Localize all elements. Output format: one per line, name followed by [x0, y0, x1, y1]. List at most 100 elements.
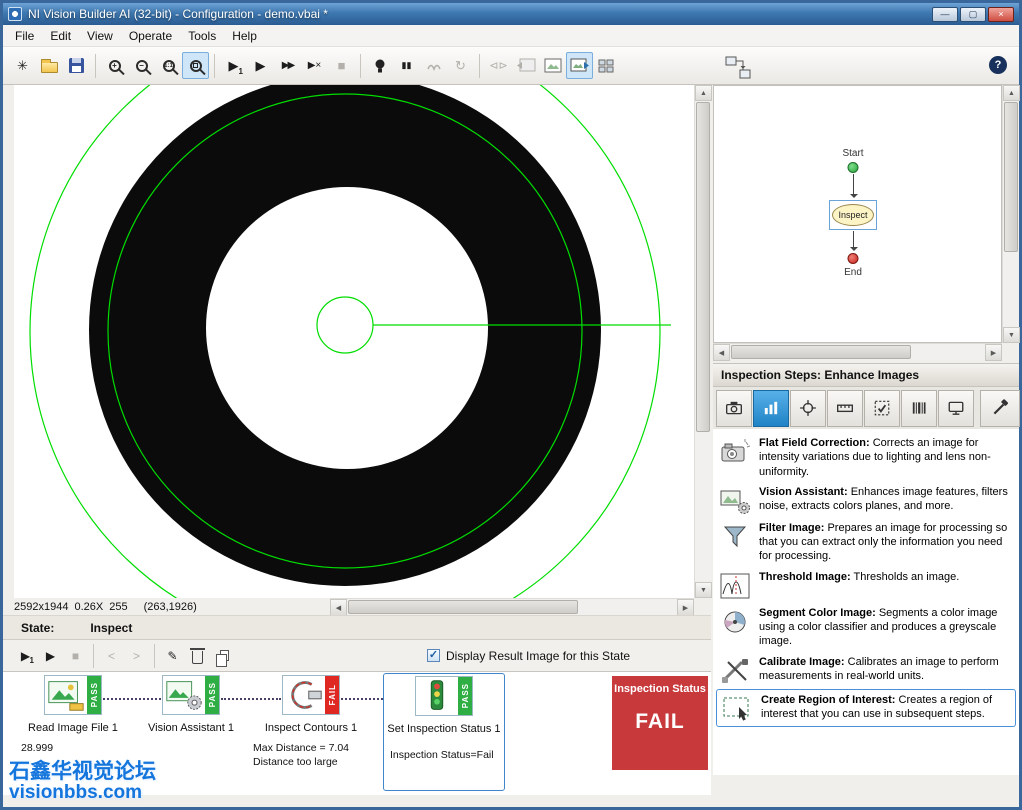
- pause-icon: ▮▮: [401, 60, 412, 70]
- measure-features-icon: [837, 404, 853, 413]
- sequence-step-vision-assistant[interactable]: PASS Vision Assistant 1: [135, 675, 247, 734]
- step-name: Segment Color Image:: [759, 606, 876, 619]
- vertical-scroll-thumb[interactable]: [1004, 102, 1018, 252]
- menu-tools[interactable]: Tools: [180, 26, 224, 46]
- view-state-diagram-button[interactable]: [721, 53, 755, 83]
- image-display-button[interactable]: [539, 52, 566, 79]
- run-state-once-button[interactable]: ▶ 1: [13, 643, 38, 668]
- zoom-1-1-button[interactable]: 1:1: [155, 52, 182, 79]
- create-roi-icon: [719, 693, 755, 723]
- step-item-threshold-image[interactable]: Threshold Image: Thresholds an image.: [715, 567, 1017, 603]
- horizontal-scroll-thumb[interactable]: [348, 600, 578, 614]
- maximize-button[interactable]: ▢: [960, 6, 986, 22]
- image-horizontal-scrollbar[interactable]: ◀ ▶: [330, 598, 694, 616]
- next-step-button[interactable]: >: [124, 643, 149, 668]
- end-node[interactable]: [847, 253, 859, 264]
- previous-step-button[interactable]: <: [99, 643, 124, 668]
- inspection-image[interactable]: [14, 85, 694, 598]
- scroll-up-arrow[interactable]: ▲: [695, 85, 712, 101]
- menu-view[interactable]: View: [79, 26, 121, 46]
- step-item-create-region-of-interest[interactable]: Create Region of Interest: Creates a reg…: [716, 688, 1016, 727]
- scroll-up-arrow[interactable]: ▲: [1003, 85, 1020, 101]
- image-display-area[interactable]: [14, 85, 694, 598]
- palette-use-additional-tools-button[interactable]: [980, 389, 1020, 427]
- step-item-filter-image[interactable]: Filter Image: Prepares an image for proc…: [715, 518, 1017, 567]
- step-detail: Max Distance = 7.04: [253, 742, 350, 754]
- scroll-down-arrow[interactable]: ▼: [695, 582, 712, 598]
- run-inspection-loop-button[interactable]: ▶▶: [274, 52, 301, 79]
- scroll-right-arrow[interactable]: ▶: [677, 599, 694, 616]
- highlight-results-button[interactable]: [366, 52, 393, 79]
- inspect-node-selection[interactable]: Inspect: [829, 200, 877, 230]
- sequence-step-set-inspection-status[interactable]: PASS Set Inspection Status 1 Inspection …: [383, 673, 505, 791]
- pause-button[interactable]: ▮▮: [393, 52, 420, 79]
- scroll-down-arrow[interactable]: ▼: [1003, 327, 1020, 343]
- state-diagram-canvas[interactable]: Start Inspect End: [713, 85, 1002, 343]
- sequence-step-read-image-file[interactable]: PASS Read Image File 1 28.999: [17, 675, 129, 756]
- step-item-vision-assistant[interactable]: Vision Assistant: Enhances image feature…: [715, 482, 1017, 518]
- help-button[interactable]: ?: [989, 56, 1007, 74]
- new-inspection-button[interactable]: ✳: [9, 52, 36, 79]
- vertical-scroll-thumb[interactable]: [696, 102, 710, 432]
- scroll-left-arrow[interactable]: ◀: [713, 344, 730, 361]
- controls-separator: [154, 643, 155, 668]
- palette-acquire-images-button[interactable]: [716, 389, 752, 427]
- horizontal-scroll-thumb[interactable]: [731, 345, 911, 359]
- palette-communicate-button[interactable]: [938, 389, 974, 427]
- scroll-right-arrow[interactable]: ▶: [985, 344, 1002, 361]
- image-vertical-scrollbar[interactable]: ▲ ▼: [694, 85, 712, 598]
- threshold-image-icon: [717, 570, 753, 600]
- transition-line: [853, 174, 854, 196]
- zoom-1-1-icon: 1:1: [162, 59, 175, 72]
- palette-enhance-images-button[interactable]: [753, 389, 789, 427]
- open-inspection-button[interactable]: [36, 52, 63, 79]
- diagram-horizontal-scrollbar[interactable]: ◀ ▶: [713, 343, 1002, 361]
- step-item-calibrate-image[interactable]: Calibrate Image: Calibrates an image to …: [715, 652, 1017, 688]
- zoom-to-fit-icon: [189, 59, 202, 72]
- start-node[interactable]: [847, 162, 859, 173]
- step-item-flat-field-correction[interactable]: Flat Field Correction: Corrects an image…: [715, 433, 1017, 482]
- zoom-out-icon: −: [135, 59, 148, 72]
- run-once-icon: ▶: [228, 57, 239, 73]
- palette-check-for-presence-button[interactable]: [864, 389, 900, 427]
- zoom-out-button[interactable]: −: [128, 52, 155, 79]
- delete-step-button[interactable]: [185, 643, 210, 668]
- zoom-to-fit-button[interactable]: [182, 52, 209, 79]
- diagram-vertical-scrollbar[interactable]: ▲ ▼: [1002, 85, 1020, 343]
- next-image-button[interactable]: [566, 52, 593, 79]
- title-bar[interactable]: NI Vision Builder AI (32-bit) - Configur…: [3, 3, 1019, 25]
- menu-edit[interactable]: Edit: [42, 26, 79, 46]
- palette-identify-parts-button[interactable]: [901, 389, 937, 427]
- edit-step-button[interactable]: ✎: [160, 643, 185, 668]
- copy-step-button[interactable]: [210, 643, 235, 668]
- palette-locate-features-button[interactable]: [790, 389, 826, 427]
- save-inspection-button[interactable]: [63, 52, 90, 79]
- minimize-button[interactable]: —: [932, 6, 958, 22]
- acquire-images-icon: [726, 401, 742, 415]
- pan-image-button[interactable]: [420, 52, 447, 79]
- image-thumbnails-button[interactable]: [593, 52, 620, 79]
- sequence-step-inspect-contours[interactable]: FAIL Inspect Contours 1 Max Distance = 7…: [249, 675, 373, 769]
- refresh-button[interactable]: ↻: [447, 52, 474, 79]
- stop-button[interactable]: ■: [328, 52, 355, 79]
- step-item-segment-color-image[interactable]: Segment Color Image: Segments a color im…: [715, 603, 1017, 652]
- menu-file[interactable]: File: [7, 26, 42, 46]
- run-inspection-once-button[interactable]: ▶ 1: [220, 52, 247, 79]
- palette-measure-features-button[interactable]: [827, 389, 863, 427]
- menu-operate[interactable]: Operate: [121, 26, 180, 46]
- abort-inspection-button[interactable]: ▶×: [301, 52, 328, 79]
- inspection-status-title: Inspection Status: [614, 683, 706, 695]
- state-diagram-icon: [725, 56, 751, 79]
- previous-image-button[interactable]: [512, 52, 539, 79]
- locate-features-icon: [800, 400, 816, 416]
- close-button[interactable]: ×: [988, 6, 1014, 22]
- run-inspection-button[interactable]: ▶: [247, 52, 274, 79]
- scroll-left-arrow[interactable]: ◀: [330, 599, 347, 616]
- menu-help[interactable]: Help: [224, 26, 265, 46]
- run-state-button[interactable]: ▶: [38, 643, 63, 668]
- display-result-checkbox[interactable]: ✓: [427, 649, 440, 662]
- compare-images-button[interactable]: ⊲⊳: [485, 52, 512, 79]
- stop-state-button[interactable]: ■: [63, 643, 88, 668]
- zoom-in-button[interactable]: +: [101, 52, 128, 79]
- inspect-node[interactable]: Inspect: [832, 204, 874, 226]
